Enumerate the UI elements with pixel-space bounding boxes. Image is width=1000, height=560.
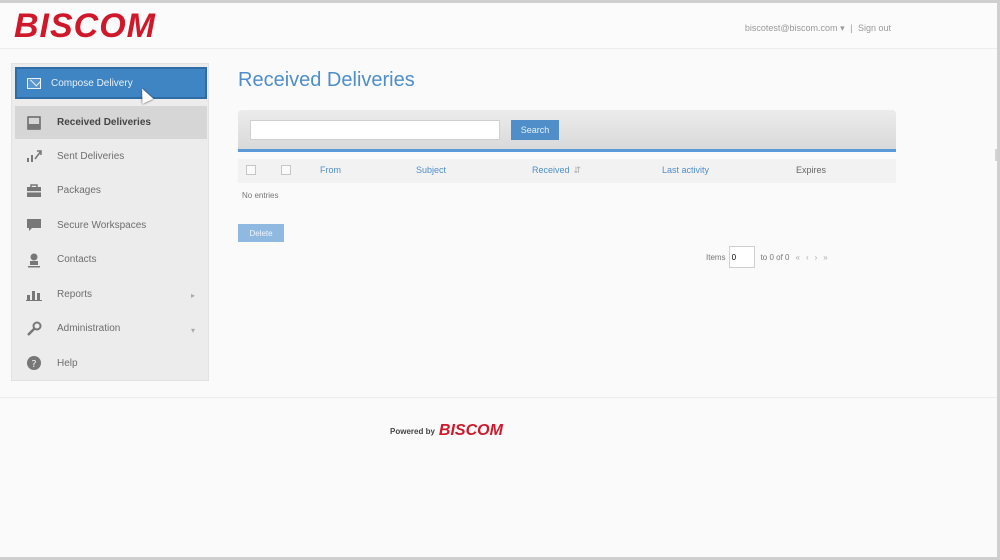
column-received[interactable]: Received ⇵ [532, 165, 581, 176]
sidebar-item-label: Reports [57, 288, 93, 300]
delete-button[interactable]: Delete [238, 224, 284, 242]
sidebar-item-help[interactable]: ? Help [15, 346, 207, 381]
wrench-icon [25, 321, 43, 337]
workspace-icon [25, 217, 43, 233]
footer-biscom-logo[interactable]: BISCOM [439, 422, 503, 440]
column-last-activity[interactable]: Last activity [662, 165, 709, 175]
first-page-link[interactable]: « [795, 253, 799, 262]
search-toolbar: Search [238, 110, 896, 152]
column-from[interactable]: From [320, 165, 341, 175]
header: BISCOM biscotest@biscom.com ▾ | Sign out [0, 3, 997, 49]
scroll-edge-marker [995, 149, 997, 161]
biscom-logo[interactable]: BISCOM [14, 7, 156, 46]
select-all-checkbox[interactable] [246, 165, 256, 175]
items-label: Items [706, 252, 726, 262]
sort-icon: ⇵ [573, 165, 582, 175]
reports-icon [25, 286, 43, 302]
last-page-link[interactable]: » [823, 253, 827, 262]
sent-icon [25, 148, 43, 164]
compose-icon [27, 77, 41, 89]
sidebar-item-contacts[interactable]: Contacts [15, 243, 207, 278]
sidebar-item-label: Administration [57, 323, 121, 335]
sidebar-item-label: Received Deliveries [57, 117, 151, 128]
column-expires[interactable]: Expires [796, 165, 826, 175]
sidebar-item-packages[interactable]: Packages [15, 174, 207, 209]
app-window: BISCOM biscotest@biscom.com ▾ | Sign out… [0, 3, 997, 557]
search-input[interactable] [250, 120, 500, 140]
sidebar: Compose Delivery Received Deliveries Sen… [11, 63, 209, 381]
separator: | [850, 23, 853, 33]
svg-text:?: ? [31, 359, 36, 370]
expand-arrow-icon[interactable]: ▸ [191, 291, 195, 300]
flag-checkbox[interactable] [281, 165, 291, 175]
empty-table-message: No entries [242, 191, 279, 200]
user-menu-caret-icon[interactable]: ▾ [840, 23, 845, 33]
sidebar-item-administration[interactable]: Administration ▾ [15, 312, 207, 347]
sidebar-item-sent-deliveries[interactable]: Sent Deliveries [15, 139, 207, 174]
expand-arrow-icon[interactable]: ▾ [191, 326, 195, 335]
table-header: From Subject Received ⇵ Last activity Exp… [238, 159, 896, 183]
sidebar-item-secure-workspaces[interactable]: Secure Workspaces [15, 208, 207, 243]
range-text: to 0 of 0 [760, 252, 790, 262]
column-subject[interactable]: Subject [416, 165, 446, 175]
compose-delivery-button[interactable]: Compose Delivery [15, 67, 207, 99]
prev-page-link[interactable]: ‹ [806, 253, 809, 262]
pagination: Items to 0 of 0 « ‹ › » [706, 246, 828, 268]
next-page-link[interactable]: › [815, 253, 818, 262]
sidebar-item-label: Packages [57, 185, 101, 197]
sidebar-item-received-deliveries[interactable]: Received Deliveries [15, 106, 207, 139]
compose-delivery-label: Compose Delivery [51, 77, 133, 89]
inbox-icon [25, 115, 43, 131]
column-received-label: Received [532, 165, 570, 175]
items-per-page-input[interactable] [728, 246, 755, 268]
sidebar-item-label: Sent Deliveries [57, 150, 125, 162]
search-button[interactable]: Search [511, 120, 559, 140]
contacts-icon [25, 252, 43, 268]
help-icon: ? [25, 355, 43, 371]
sidebar-item-label: Secure Workspaces [57, 219, 147, 231]
sidebar-item-reports[interactable]: Reports ▸ [15, 277, 207, 312]
sign-out-link[interactable]: Sign out [858, 23, 891, 33]
footer: Powered by BISCOM [390, 422, 503, 440]
sidebar-item-label: Contacts [57, 254, 97, 266]
user-area: biscotest@biscom.com ▾ | Sign out [745, 23, 891, 34]
sidebar-item-label: Help [57, 357, 78, 369]
user-email[interactable]: biscotest@biscom.com [745, 23, 838, 33]
page-title: Received Deliveries [238, 69, 415, 91]
package-icon [25, 183, 43, 199]
powered-by-text: Powered by [390, 426, 435, 436]
footer-divider [0, 397, 997, 398]
sidebar-nav: Received Deliveries Sent Deliveries Pack… [15, 106, 207, 381]
